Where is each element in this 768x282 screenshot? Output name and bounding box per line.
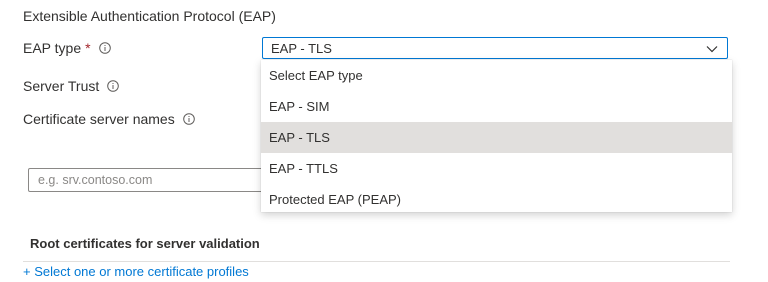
select-certificate-profiles-link[interactable]: + Select one or more certificate profile… [23, 264, 249, 279]
certificate-server-names-label-row: Certificate server names [23, 111, 195, 127]
dropdown-option[interactable]: Protected EAP (PEAP) [261, 184, 732, 215]
certificate-server-names-label: Certificate server names [23, 111, 175, 127]
info-icon[interactable] [182, 113, 195, 125]
eap-type-dropdown-list: Select EAP type EAP - SIM EAP - TLS EAP … [261, 60, 732, 212]
eap-type-label: EAP type [23, 40, 82, 56]
info-icon[interactable] [107, 80, 120, 92]
required-asterisk: * [85, 40, 91, 56]
chevron-down-icon[interactable] [705, 42, 719, 59]
server-trust-label: Server Trust [23, 78, 100, 94]
dropdown-option[interactable]: Select EAP type [261, 60, 732, 91]
dropdown-option[interactable]: EAP - TTLS [261, 153, 732, 184]
server-trust-label-row: Server Trust [23, 78, 120, 94]
certificate-server-name-placeholder: e.g. srv.contoso.com [38, 173, 153, 187]
dropdown-option-selected[interactable]: EAP - TLS [261, 122, 732, 153]
section-title: Extensible Authentication Protocol (EAP) [23, 8, 276, 24]
dropdown-option[interactable]: EAP - SIM [261, 91, 732, 122]
info-icon[interactable] [98, 42, 111, 54]
eap-type-label-row: EAP type * [23, 40, 111, 56]
eap-type-select-value: EAP - TLS [271, 40, 332, 56]
eap-type-select[interactable]: EAP - TLS [262, 37, 728, 59]
root-certificates-heading: Root certificates for server validation [30, 236, 260, 251]
divider [23, 261, 730, 262]
